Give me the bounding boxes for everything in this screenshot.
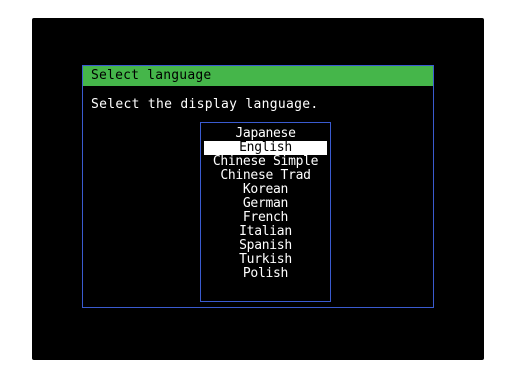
dialog-title: Select language	[83, 66, 433, 86]
language-option-korean[interactable]: Korean	[204, 183, 327, 197]
language-option-italian[interactable]: Italian	[204, 225, 327, 239]
device-screen: Select language Select the display langu…	[32, 18, 484, 360]
language-option-spanish[interactable]: Spanish	[204, 239, 327, 253]
language-option-turkish[interactable]: Turkish	[204, 253, 327, 267]
select-language-dialog: Select language Select the display langu…	[82, 65, 434, 308]
language-option-chinese-simple[interactable]: Chinese Simple	[204, 155, 327, 169]
language-option-japanese[interactable]: Japanese	[204, 127, 327, 141]
language-option-english[interactable]: English	[204, 141, 327, 155]
language-option-german[interactable]: German	[204, 197, 327, 211]
page: Select language Select the display langu…	[0, 0, 513, 380]
language-option-polish[interactable]: Polish	[204, 267, 327, 281]
language-list[interactable]: Japanese English Chinese Simple Chinese …	[200, 122, 331, 302]
language-option-chinese-trad[interactable]: Chinese Trad	[204, 169, 327, 183]
language-option-french[interactable]: French	[204, 211, 327, 225]
dialog-instruction: Select the display language.	[91, 97, 319, 112]
